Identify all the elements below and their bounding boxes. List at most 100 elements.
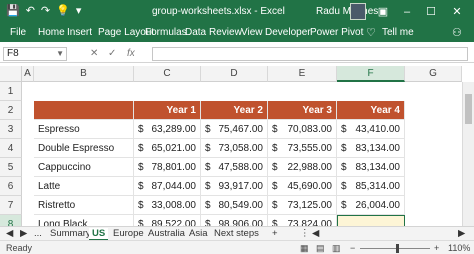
data-cell[interactable]: $73,058.00 — [201, 139, 268, 158]
column-header-d[interactable]: D — [201, 66, 268, 82]
undo-icon[interactable]: ↶ — [26, 4, 35, 18]
window-title: group-worksheets.xlsx - Excel — [152, 6, 285, 17]
zoom-level[interactable]: 110% — [448, 243, 470, 253]
row-header-3[interactable]: 3 — [0, 120, 22, 139]
page-layout-view-icon[interactable]: ▤ — [316, 243, 325, 254]
scroll-right-icon[interactable]: ▶ — [458, 228, 465, 239]
row-header-5[interactable]: 5 — [0, 158, 22, 177]
data-cell[interactable]: $85,314.00 — [337, 177, 405, 196]
page-break-view-icon[interactable]: ▥ — [332, 243, 341, 254]
header-cell-b2[interactable] — [34, 101, 134, 120]
minimize-icon[interactable]: – — [396, 2, 418, 22]
name-box-value: F8 — [7, 48, 19, 59]
sheet-tab-australia[interactable]: Australia — [148, 228, 185, 239]
data-cell[interactable]: $33,008.00 — [134, 196, 201, 215]
scrollbar-thumb[interactable] — [465, 94, 472, 124]
ribbon-tabs: File Home Insert Page Layout Formulas Da… — [0, 24, 474, 42]
row-header-7[interactable]: 7 — [0, 196, 22, 215]
save-icon[interactable]: 💾 — [6, 4, 20, 18]
data-cell[interactable]: $73,125.00 — [268, 196, 337, 215]
column-header-e[interactable]: E — [268, 66, 337, 82]
enter-icon[interactable]: ✓ — [108, 48, 116, 59]
tab-file[interactable]: File — [10, 27, 26, 38]
header-cell-year-4[interactable]: Year 4 — [337, 101, 405, 120]
maximize-icon[interactable]: ☐ — [420, 2, 442, 22]
header-cell-year-1[interactable]: Year 1 — [134, 101, 201, 120]
zoom-slider[interactable] — [360, 248, 430, 249]
header-cell-year-3[interactable]: Year 3 — [268, 101, 337, 120]
formula-input[interactable] — [152, 47, 468, 61]
select-all-corner[interactable] — [0, 66, 22, 82]
data-cell[interactable]: $75,467.00 — [201, 120, 268, 139]
data-cell[interactable]: $47,588.00 — [201, 158, 268, 177]
sheet-tab-next-steps[interactable]: Next steps — [214, 228, 259, 239]
tab-review[interactable]: Review — [209, 27, 242, 38]
data-cell[interactable]: $78,801.00 — [134, 158, 201, 177]
data-cell[interactable]: $43,410.00 — [337, 120, 405, 139]
share-icon[interactable]: ⚇ — [452, 26, 462, 39]
row-header-1[interactable]: 1 — [0, 82, 22, 101]
data-cell[interactable]: $80,549.00 — [201, 196, 268, 215]
column-header-f[interactable]: F — [337, 66, 405, 82]
row-header-2[interactable]: 2 — [0, 101, 22, 120]
redo-icon[interactable]: ↷ — [41, 4, 50, 18]
sheet-tabs-ellipsis[interactable]: ... — [34, 228, 42, 239]
scroll-left-icon[interactable]: ◀ — [6, 228, 13, 239]
column-header-b[interactable]: B — [34, 66, 134, 82]
row-header-4[interactable]: 4 — [0, 139, 22, 158]
row-label[interactable]: Latte — [34, 177, 134, 196]
row-header-6[interactable]: 6 — [0, 177, 22, 196]
more-options-icon[interactable]: ⋮ — [300, 228, 310, 239]
name-box[interactable]: F8 ▼ — [3, 47, 67, 61]
sheet-tab-summary[interactable]: Summary — [50, 228, 91, 239]
cancel-icon[interactable]: ✕ — [90, 48, 98, 59]
data-cell[interactable]: $26,004.00 — [337, 196, 405, 215]
row-label[interactable]: Cappuccino — [34, 158, 134, 177]
data-cell[interactable]: $83,134.00 — [337, 158, 405, 177]
sheet-tab-asia[interactable]: Asia — [189, 228, 207, 239]
row-label[interactable]: Espresso — [34, 120, 134, 139]
lightbulb-icon[interactable]: ♡ — [366, 26, 376, 39]
scroll-left-icon[interactable]: ◀ — [312, 228, 319, 239]
data-cell[interactable]: $63,289.00 — [134, 120, 201, 139]
avatar[interactable] — [350, 3, 366, 20]
zoom-out-icon[interactable]: − — [350, 243, 355, 253]
tab-power-pivot[interactable]: Power Pivot — [310, 27, 363, 38]
chevron-down-icon[interactable]: ▼ — [56, 48, 64, 60]
data-cell[interactable]: $87,044.00 — [134, 177, 201, 196]
lightbulb-icon[interactable]: 💡 — [56, 4, 70, 18]
data-cell[interactable]: $22,988.00 — [268, 158, 337, 177]
customize-qat-icon[interactable]: ▾ — [76, 4, 82, 18]
column-header-g[interactable]: G — [405, 66, 462, 82]
ribbon-display-icon[interactable]: ▣ — [372, 2, 394, 22]
data-cell[interactable]: $65,021.00 — [134, 139, 201, 158]
column-header-a[interactable]: A — [22, 66, 34, 82]
data-cell[interactable]: $93,917.00 — [201, 177, 268, 196]
scroll-right-icon[interactable]: ▶ — [20, 228, 27, 239]
tell-me-box[interactable]: Tell me — [382, 27, 414, 38]
tab-data[interactable]: Data — [185, 27, 206, 38]
sheet-tab-europe[interactable]: Europe — [113, 228, 144, 239]
tab-developer[interactable]: Developer — [265, 27, 311, 38]
data-cell[interactable]: $73,555.00 — [268, 139, 337, 158]
user-name[interactable]: Radu Meghes — [316, 6, 378, 17]
quick-access-toolbar: 💾 ↶ ↷ 💡 ▾ — [6, 4, 81, 18]
tab-formulas[interactable]: Formulas — [145, 27, 187, 38]
add-sheet-button[interactable]: + — [272, 228, 278, 239]
data-cell[interactable]: $45,690.00 — [268, 177, 337, 196]
row-label[interactable]: Double Espresso — [34, 139, 134, 158]
close-icon[interactable]: ✕ — [446, 2, 468, 22]
zoom-in-icon[interactable]: + — [434, 243, 439, 253]
normal-view-icon[interactable]: ▦ — [300, 243, 309, 254]
data-cell[interactable]: $70,083.00 — [268, 120, 337, 139]
tab-home[interactable]: Home — [38, 27, 65, 38]
data-cell[interactable]: $83,134.00 — [337, 139, 405, 158]
vertical-scrollbar[interactable] — [462, 82, 474, 234]
tab-view[interactable]: View — [241, 27, 263, 38]
row-label[interactable]: Ristretto — [34, 196, 134, 215]
zoom-slider-thumb[interactable] — [396, 244, 399, 253]
tab-insert[interactable]: Insert — [67, 27, 92, 38]
insert-function-icon[interactable]: fx — [127, 48, 135, 59]
column-header-c[interactable]: C — [134, 66, 201, 82]
header-cell-year-2[interactable]: Year 2 — [201, 101, 268, 120]
